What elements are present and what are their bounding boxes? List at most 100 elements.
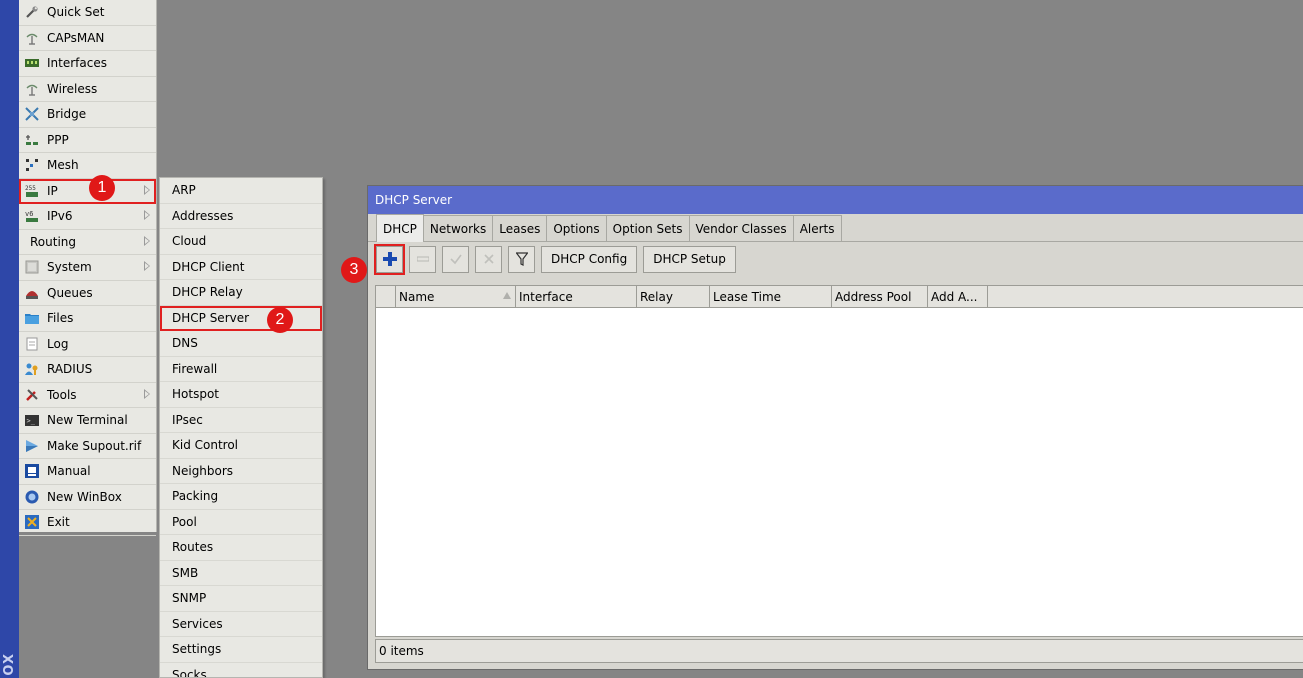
status-item-count: 0 items [379, 644, 424, 658]
tab-vendor-classes[interactable]: Vendor Classes [688, 215, 794, 241]
submenu-item-dhcp-server[interactable]: DHCP Server [160, 305, 322, 331]
step-badge-3: 3 [341, 257, 367, 283]
menu-item-quick-set[interactable]: Quick Set [19, 0, 156, 26]
submenu-item-hotspot[interactable]: Hotspot [160, 382, 322, 408]
column-header-name[interactable]: Name [396, 286, 516, 307]
disable-button[interactable] [475, 245, 502, 273]
menu-item-mesh[interactable]: Mesh [19, 153, 156, 179]
filter-button[interactable] [508, 245, 535, 273]
menu-item-manual[interactable]: Manual [19, 459, 156, 485]
submenu-item-ipsec[interactable]: IPsec [160, 408, 322, 433]
menu-item-queues[interactable]: Queues [19, 281, 156, 306]
submenu-item-services[interactable]: Services [160, 612, 322, 637]
column-header-address-pool[interactable]: Address Pool [832, 286, 928, 307]
tab-options[interactable]: Options [546, 215, 607, 241]
submenu-item-kid-control[interactable]: Kid Control [160, 433, 322, 459]
menu-item-routing[interactable]: Routing [19, 230, 156, 255]
menu-item-log[interactable]: Log [19, 332, 156, 357]
menu-item-ipv6[interactable]: v6 IPv6 [19, 204, 156, 230]
submenu-item-pool[interactable]: Pool [160, 510, 322, 535]
dhcp-config-button[interactable]: DHCP Config [541, 245, 638, 273]
window-titlebar[interactable]: DHCP Server [368, 186, 1303, 214]
menu-item-make-supout[interactable]: Make Supout.rif [19, 434, 156, 459]
supout-icon [24, 439, 40, 453]
submenu-item-dns[interactable]: DNS [160, 331, 322, 357]
menu-item-label: CAPsMAN [47, 30, 105, 45]
tab-leases[interactable]: Leases [492, 215, 548, 241]
submenu-item-cloud[interactable]: Cloud [160, 229, 322, 255]
window-toolbar: DHCP Config DHCP Setup [368, 242, 1303, 276]
menu-item-label: RADIUS [47, 362, 93, 377]
menu-item-exit[interactable]: Exit [19, 510, 156, 536]
menu-item-label: Tools [47, 387, 77, 402]
tab-networks[interactable]: Networks [422, 215, 494, 241]
menu-item-wireless[interactable]: Wireless [19, 77, 156, 102]
submenu-item-dhcp-relay[interactable]: DHCP Relay [160, 280, 322, 306]
cross-icon [483, 253, 495, 265]
dhcp-server-table[interactable]: Name Interface Relay Lease Time Address … [375, 285, 1303, 637]
submenu-item-firewall[interactable]: Firewall [160, 357, 322, 382]
menu-item-bridge[interactable]: Bridge [19, 102, 156, 128]
menu-item-radius[interactable]: RADIUS [19, 357, 156, 383]
menu-item-capsman[interactable]: CAPsMAN [19, 26, 156, 51]
status-bar: 0 items [375, 639, 1303, 663]
menu-item-label: New Terminal [47, 413, 128, 428]
menu-item-label: Quick Set [47, 5, 105, 20]
submenu-item-socks[interactable]: Socks [160, 663, 322, 677]
submenu-item-smb[interactable]: SMB [160, 561, 322, 586]
menu-item-system[interactable]: System [19, 255, 156, 281]
radius-icon [24, 362, 40, 376]
submenu-item-snmp[interactable]: SNMP [160, 586, 322, 612]
sort-arrow-icon [503, 292, 511, 299]
queues-icon [24, 286, 40, 300]
menu-item-ppp[interactable]: PPP [19, 128, 156, 153]
menu-item-label: System [47, 260, 92, 275]
tab-alerts[interactable]: Alerts [792, 215, 842, 241]
winbox-icon [24, 490, 40, 504]
tab-option-sets[interactable]: Option Sets [605, 215, 690, 241]
menu-item-tools[interactable]: Tools [19, 383, 156, 408]
column-header-interface[interactable]: Interface [516, 286, 637, 307]
menu-item-interfaces[interactable]: Interfaces [19, 51, 156, 77]
submenu-arrow-icon [144, 235, 150, 246]
submenu-arrow-icon [144, 210, 150, 220]
wrench-icon [24, 5, 40, 19]
submenu-item-neighbors[interactable]: Neighbors [160, 459, 322, 484]
mesh-icon [24, 158, 40, 172]
dhcp-setup-button[interactable]: DHCP Setup [643, 245, 736, 273]
column-header-add-arp[interactable]: Add A... [928, 286, 988, 307]
ip-icon: 255 [24, 184, 40, 198]
submenu-item-addresses[interactable]: Addresses [160, 204, 322, 229]
menu-item-label: Mesh [47, 158, 79, 173]
step-badge-1: 1 [89, 175, 115, 201]
tools-icon [24, 388, 40, 402]
menu-item-new-winbox[interactable]: New WinBox [19, 485, 156, 510]
svg-text:255: 255 [25, 185, 36, 192]
submenu-arrow-icon [144, 261, 150, 271]
bridge-icon [24, 107, 40, 121]
svg-text:v6: v6 [25, 210, 33, 218]
manual-icon [24, 464, 40, 479]
check-icon [449, 253, 462, 265]
column-header-relay[interactable]: Relay [637, 286, 710, 307]
table-header: Name Interface Relay Lease Time Address … [376, 286, 1303, 308]
terminal-icon: >_ [24, 413, 40, 427]
submenu-item-settings[interactable]: Settings [160, 637, 322, 663]
remove-button[interactable] [409, 245, 436, 273]
add-button[interactable] [374, 243, 405, 275]
log-icon [24, 337, 40, 351]
submenu-item-arp[interactable]: ARP [160, 178, 322, 204]
tab-dhcp[interactable]: DHCP [376, 214, 424, 242]
filter-icon [515, 252, 528, 266]
submenu-item-routes[interactable]: Routes [160, 535, 322, 561]
column-header-lease-time[interactable]: Lease Time [710, 286, 832, 307]
menu-item-label: Wireless [47, 81, 98, 96]
enable-button[interactable] [442, 245, 469, 273]
folder-icon [24, 311, 40, 325]
menu-item-new-terminal[interactable]: >_ New Terminal [19, 408, 156, 434]
winbox-vertical-label: OX [2, 653, 17, 676]
submenu-item-dhcp-client[interactable]: DHCP Client [160, 255, 322, 280]
menu-item-files[interactable]: Files [19, 306, 156, 332]
submenu-item-packing[interactable]: Packing [160, 484, 322, 510]
menu-item-ip[interactable]: 255 IP [19, 178, 156, 204]
